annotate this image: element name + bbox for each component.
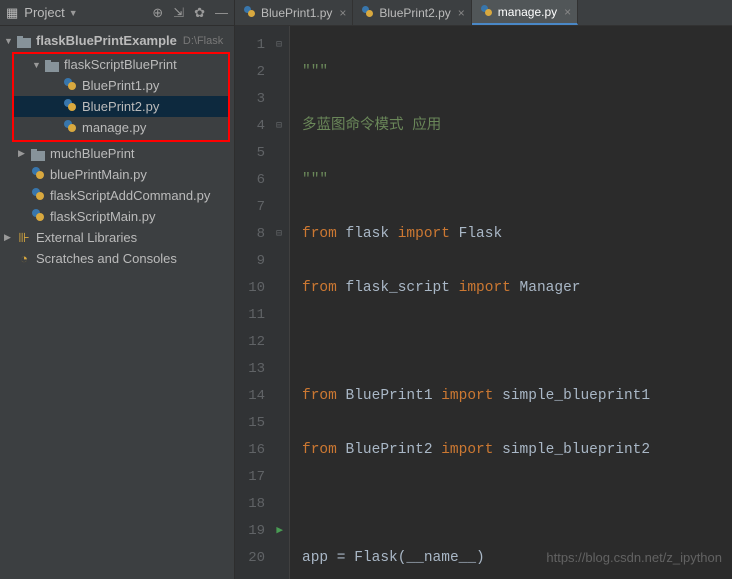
python-file-icon: [30, 208, 46, 225]
close-icon[interactable]: ×: [564, 5, 571, 19]
tab-label: manage.py: [498, 5, 557, 19]
tree-label: Scratches and Consoles: [36, 251, 177, 266]
python-file-icon: [243, 5, 256, 21]
file-label: bluePrintMain.py: [50, 167, 147, 182]
root-name: flaskBluePrintExample: [36, 33, 177, 48]
project-sidebar: ▦ Project ▼ ⊕ ⇲ ✿ — ▼ flaskBluePrintExam…: [0, 0, 235, 579]
python-file-icon: [62, 119, 78, 136]
tree-file[interactable]: manage.py: [14, 117, 228, 138]
file-label: flaskScriptMain.py: [50, 209, 155, 224]
editor-area: BluePrint1.py × BluePrint2.py × manage.p…: [235, 0, 732, 579]
code-editor[interactable]: """ 多蓝图命令模式 应用 """ from flask import Fla…: [290, 26, 732, 579]
project-tree: ▼ flaskBluePrintExample D:\Flask ▼ flask…: [0, 26, 234, 273]
python-file-icon: [62, 77, 78, 94]
gear-icon[interactable]: ✿: [194, 5, 205, 21]
external-libraries[interactable]: ▶ ⊪ External Libraries: [0, 227, 234, 248]
close-icon[interactable]: ×: [339, 6, 346, 20]
fold-icon[interactable]: ⊟: [276, 221, 282, 248]
fold-icon[interactable]: ⊟: [276, 113, 282, 140]
hide-icon[interactable]: —: [215, 5, 228, 21]
folder-label: flaskScriptBluePrint: [64, 57, 177, 72]
file-label: flaskScriptAddCommand.py: [50, 188, 210, 203]
file-label: BluePrint2.py: [82, 99, 159, 114]
chevron-right-icon: ▶: [4, 232, 16, 243]
project-dropdown[interactable]: Project ▼: [24, 5, 77, 20]
python-file-icon: [30, 187, 46, 204]
folder-label: muchBluePrint: [50, 146, 135, 161]
chevron-down-icon: ▼: [32, 60, 44, 70]
tree-file[interactable]: flaskScriptAddCommand.py: [0, 185, 234, 206]
tab-label: BluePrint2.py: [379, 6, 450, 20]
scratches[interactable]: ◔ Scratches and Consoles: [0, 248, 234, 269]
close-icon[interactable]: ×: [458, 6, 465, 20]
fold-icon[interactable]: ⊟: [276, 32, 282, 59]
target-icon[interactable]: ⊕: [152, 5, 163, 21]
tree-folder[interactable]: ▼ flaskScriptBluePrint: [14, 54, 228, 75]
tab-manage[interactable]: manage.py ×: [472, 0, 578, 25]
project-tool-icon: ▦: [6, 5, 18, 21]
tree-file[interactable]: BluePrint1.py: [14, 75, 228, 96]
editor-tabs: BluePrint1.py × BluePrint2.py × manage.p…: [235, 0, 732, 26]
python-file-icon: [62, 98, 78, 115]
libraries-icon: ⊪: [16, 230, 32, 246]
expand-icon[interactable]: ⇲: [173, 5, 184, 21]
python-file-icon: [480, 4, 493, 20]
chevron-down-icon: ▼: [4, 36, 16, 46]
root-path: D:\Flask: [183, 35, 223, 47]
tab-blueprint1[interactable]: BluePrint1.py ×: [235, 0, 353, 25]
tree-label: External Libraries: [36, 230, 137, 245]
python-file-icon: [361, 5, 374, 21]
python-file-icon: [30, 166, 46, 183]
tab-label: BluePrint1.py: [261, 6, 332, 20]
highlight-box: ▼ flaskScriptBluePrint BluePrint1.py Blu…: [12, 52, 230, 142]
tree-folder[interactable]: ▶ muchBluePrint: [0, 143, 234, 164]
chevron-right-icon: ▶: [18, 148, 30, 159]
folder-icon: [16, 33, 32, 48]
gutter: 1⊟ 2 3 4⊟ 5 6 7 8⊟ 9 10 11 12 13 14 15 1…: [235, 26, 290, 579]
sidebar-header: ▦ Project ▼ ⊕ ⇲ ✿ —: [0, 0, 234, 26]
tree-file[interactable]: bluePrintMain.py: [0, 164, 234, 185]
tree-file[interactable]: flaskScriptMain.py: [0, 206, 234, 227]
tab-blueprint2[interactable]: BluePrint2.py ×: [353, 0, 471, 25]
file-label: manage.py: [82, 120, 146, 135]
chevron-down-icon: ▼: [69, 8, 78, 18]
file-label: BluePrint1.py: [82, 78, 159, 93]
folder-icon: [30, 146, 46, 161]
tree-root[interactable]: ▼ flaskBluePrintExample D:\Flask: [0, 30, 234, 51]
folder-icon: [44, 57, 60, 72]
run-icon[interactable]: ▶: [276, 518, 283, 545]
tree-file-selected[interactable]: BluePrint2.py: [14, 96, 228, 117]
scratches-icon: ◔: [16, 251, 32, 266]
